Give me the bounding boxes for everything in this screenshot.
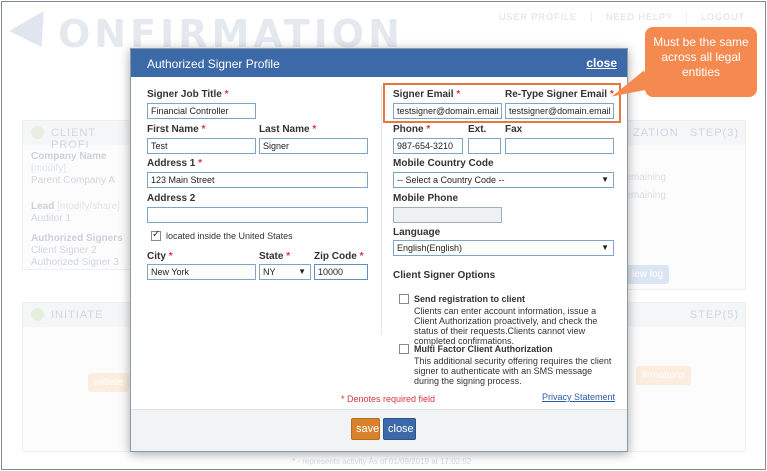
language-label: Language xyxy=(393,227,441,238)
send-registration-title: Send registration to client xyxy=(414,294,526,304)
job-title-input[interactable] xyxy=(147,103,256,119)
us-location-label: located inside the United States xyxy=(166,231,293,241)
modal-title: Authorized Signer Profile xyxy=(147,57,280,71)
privacy-statement-link[interactable]: Privacy Statement xyxy=(542,392,615,402)
first-name-label: First Name * xyxy=(147,124,206,135)
save-button[interactable]: save xyxy=(351,418,380,440)
send-registration-desc: Clients can enter account information, i… xyxy=(414,306,598,346)
modal-close-link[interactable]: close xyxy=(586,56,617,70)
address2-label: Address 2 xyxy=(147,193,196,204)
phone-input[interactable] xyxy=(393,138,463,154)
mfa-checkbox[interactable] xyxy=(399,344,409,354)
language-select[interactable]: English(English) ▼ xyxy=(393,240,614,256)
screenshot-frame: ONFIRMATION USER PROFILE NEED HELP? LOGO… xyxy=(1,1,766,470)
dropdown-arrow-icon: ▼ xyxy=(601,243,609,252)
fax-input[interactable] xyxy=(505,138,614,154)
zip-label: Zip Code * xyxy=(314,251,364,262)
zip-input[interactable] xyxy=(314,264,368,280)
ext-input[interactable] xyxy=(468,138,501,154)
job-title-label: Signer Job Title * xyxy=(147,89,229,100)
close-button[interactable]: close xyxy=(383,418,416,440)
modal-header: Authorized Signer Profile close xyxy=(131,49,627,77)
us-location-checkbox[interactable] xyxy=(151,229,161,241)
mobile-country-code-label: Mobile Country Code xyxy=(393,158,494,169)
mobile-phone-input[interactable] xyxy=(393,207,502,223)
fax-label: Fax xyxy=(505,124,523,135)
client-signer-options-title: Client Signer Options xyxy=(393,270,496,281)
mobile-country-code-select[interactable]: -- Select a Country Code -- ▼ xyxy=(393,172,614,188)
mobile-phone-label: Mobile Phone xyxy=(393,193,458,204)
email-highlight-box xyxy=(383,83,621,123)
address2-input[interactable] xyxy=(147,207,368,223)
mfa-desc: This additional security offering requir… xyxy=(414,356,612,386)
city-label: City * xyxy=(147,251,173,262)
city-input[interactable] xyxy=(147,264,256,280)
state-select[interactable]: NY ▼ xyxy=(259,264,311,280)
annotation-callout: Must be the same across all legal entiti… xyxy=(645,27,757,97)
first-name-input[interactable] xyxy=(147,138,256,154)
required-field-note: * Denotes required field xyxy=(341,394,436,404)
column-divider xyxy=(381,85,382,335)
address1-input[interactable] xyxy=(147,172,368,188)
phone-label: Phone * xyxy=(393,124,431,135)
dropdown-arrow-icon: ▼ xyxy=(298,267,306,276)
address1-label: Address 1 * xyxy=(147,158,203,169)
send-registration-checkbox[interactable] xyxy=(399,294,409,304)
mfa-title: Multi Factor Client Authorization xyxy=(414,344,553,354)
last-name-label: Last Name * xyxy=(259,124,317,135)
ext-label: Ext. xyxy=(468,124,487,135)
modal-footer: save close xyxy=(131,409,627,451)
dropdown-arrow-icon: ▼ xyxy=(601,175,609,184)
last-name-input[interactable] xyxy=(259,138,368,154)
state-label: State * xyxy=(259,251,291,262)
